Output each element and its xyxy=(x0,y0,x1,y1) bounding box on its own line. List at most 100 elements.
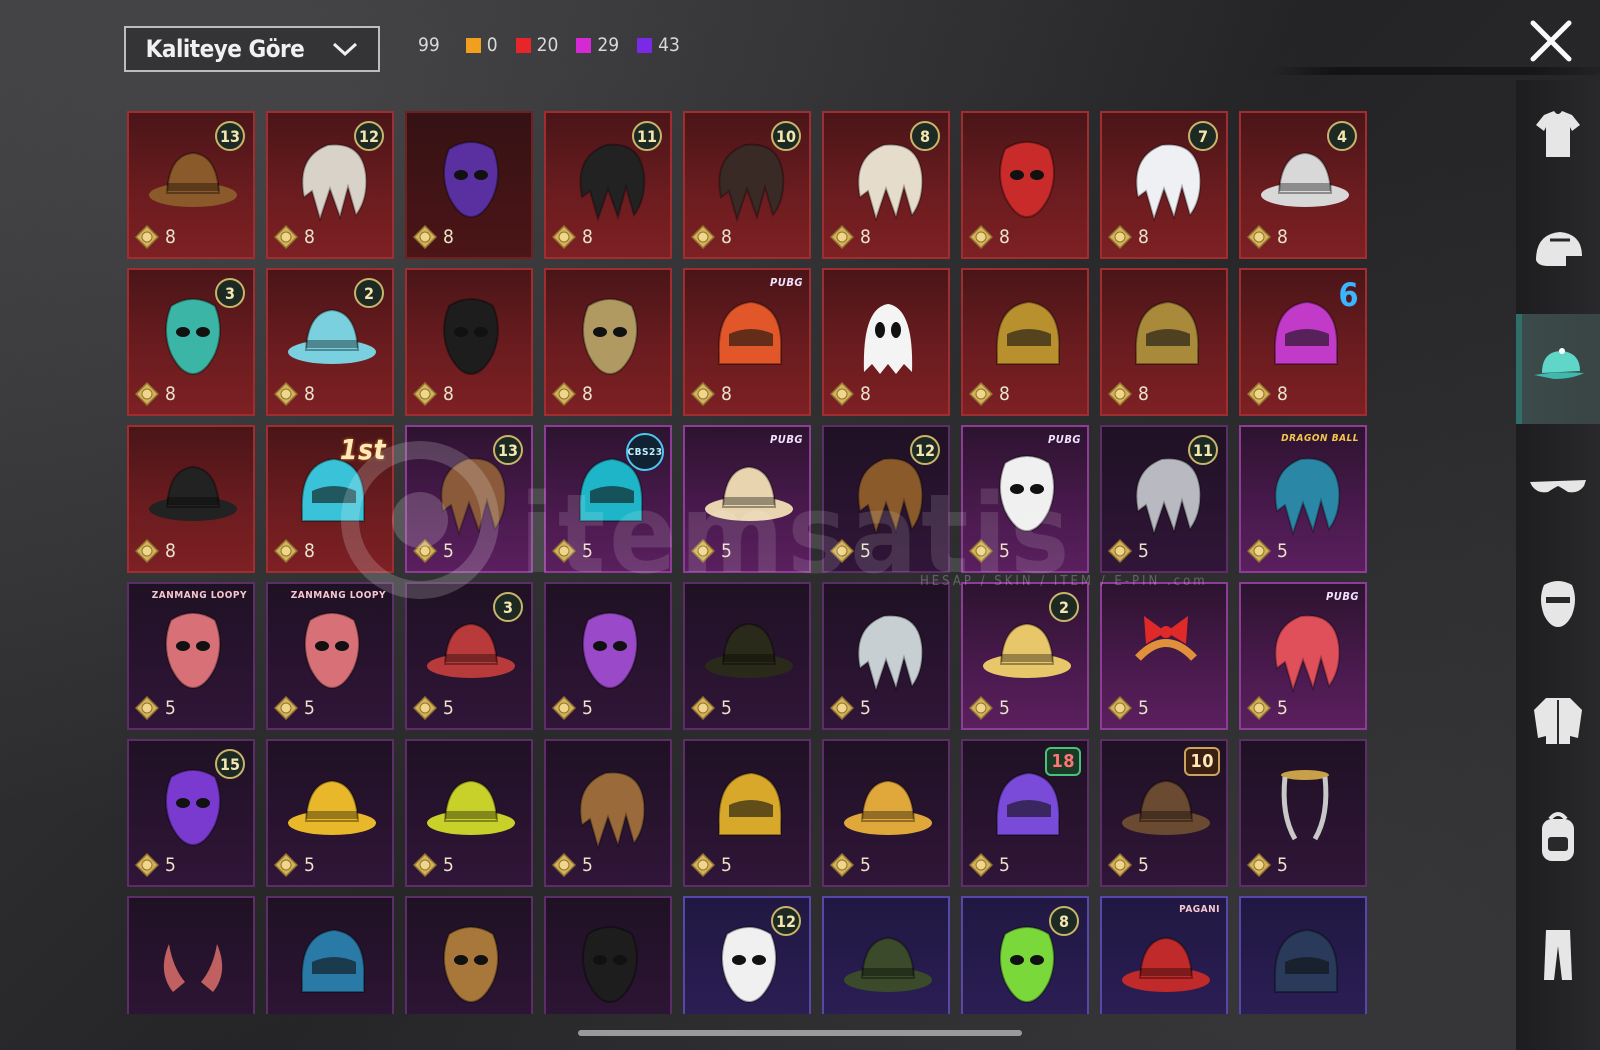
item-card[interactable]: 5 xyxy=(544,582,672,730)
item-card[interactable]: 8 xyxy=(127,425,255,573)
item-price: 8 xyxy=(135,225,176,249)
item-card[interactable]: 28 xyxy=(266,268,394,416)
category-tab-pants[interactable] xyxy=(1516,899,1600,1009)
item-card[interactable]: PAGANI xyxy=(1100,896,1228,1014)
item-card[interactable]: 10 8 xyxy=(683,111,811,259)
category-tab-eyewear[interactable] xyxy=(1516,431,1600,541)
coin-icon xyxy=(1247,382,1271,406)
item-price-value: 8 xyxy=(1277,383,1288,405)
coin-icon xyxy=(969,853,993,877)
item-price-value: 5 xyxy=(860,854,871,876)
coin-icon xyxy=(691,853,715,877)
item-price-value: 5 xyxy=(582,697,593,719)
item-price-value: 5 xyxy=(443,854,454,876)
category-tab-helmet[interactable] xyxy=(1516,197,1600,307)
item-price-value: 8 xyxy=(304,383,315,405)
item-card[interactable]: 12 8 xyxy=(266,111,394,259)
item-card[interactable]: 48 xyxy=(1239,111,1367,259)
item-price-value: 8 xyxy=(165,226,176,248)
item-card[interactable]: 8 xyxy=(544,268,672,416)
decorative-stripe xyxy=(1268,67,1600,75)
item-card[interactable]: ZANMANG LOOPY 5 xyxy=(127,582,255,730)
item-image xyxy=(1281,770,1329,841)
item-card[interactable]: 68 xyxy=(1239,268,1367,416)
item-price-value: 5 xyxy=(304,697,315,719)
item-card[interactable]: 13 5 xyxy=(405,425,533,573)
item-card[interactable] xyxy=(822,896,950,1014)
coin-icon xyxy=(1108,225,1132,249)
level-badge: 2 xyxy=(354,278,384,308)
item-price: 5 xyxy=(969,696,1010,720)
item-card[interactable]: ZANMANG LOOPY 5 xyxy=(266,582,394,730)
item-card[interactable] xyxy=(266,896,394,1014)
item-card[interactable]: 10 5 xyxy=(1100,739,1228,887)
item-card[interactable]: 5 xyxy=(683,739,811,887)
item-card[interactable] xyxy=(127,896,255,1014)
watermark-subtitle: HESAP / SKIN / ITEM / E-PIN .com xyxy=(920,574,1208,589)
item-price: 5 xyxy=(413,853,454,877)
item-card[interactable]: 15 5 xyxy=(127,739,255,887)
category-tab-mask[interactable] xyxy=(1516,548,1600,658)
item-card[interactable]: 11 8 xyxy=(544,111,672,259)
item-price: 5 xyxy=(1247,696,1288,720)
coin-icon xyxy=(691,382,715,406)
item-tag-badge: ZANMANG LOOPY xyxy=(290,590,386,601)
item-card[interactable]: 5 xyxy=(822,739,950,887)
item-card[interactable]: 5 xyxy=(1239,739,1367,887)
item-card[interactable]: 35 xyxy=(405,582,533,730)
item-card[interactable]: 13 8 xyxy=(127,111,255,259)
item-card[interactable] xyxy=(1239,896,1367,1014)
pants-icon xyxy=(1544,930,1572,980)
item-card[interactable]: 8 xyxy=(405,111,533,259)
item-card[interactable]: 8 xyxy=(961,111,1089,259)
item-card[interactable]: DRAGON BALL 5 xyxy=(1239,425,1367,573)
rarity-count-value: 43 xyxy=(658,34,680,56)
item-card[interactable]: PUBG 5 xyxy=(1239,582,1367,730)
level-badge: 4 xyxy=(1327,121,1357,151)
sort-dropdown[interactable]: Kaliteye Göre xyxy=(124,26,380,72)
item-card[interactable]: 5 xyxy=(683,582,811,730)
item-card[interactable]: 5 xyxy=(266,739,394,887)
item-price: 8 xyxy=(830,225,871,249)
item-price-value: 5 xyxy=(1138,540,1149,562)
item-price: 8 xyxy=(969,382,1010,406)
item-card[interactable]: 8 xyxy=(961,896,1089,1014)
rarity-swatch xyxy=(465,37,481,53)
item-price-value: 8 xyxy=(443,226,454,248)
item-price-value: 8 xyxy=(1277,226,1288,248)
close-icon[interactable] xyxy=(1527,17,1575,65)
item-card[interactable]: 25 xyxy=(961,582,1089,730)
item-card[interactable]: 78 xyxy=(1100,111,1228,259)
category-tab-backpack[interactable] xyxy=(1516,782,1600,892)
coin-icon xyxy=(135,696,159,720)
item-card[interactable]: 18 5 xyxy=(961,739,1089,887)
item-card[interactable]: PUBG 8 xyxy=(683,268,811,416)
item-image xyxy=(1274,614,1341,694)
item-card[interactable]: 8 xyxy=(822,268,950,416)
rarity-count-value: 0 xyxy=(486,34,498,56)
item-price-value: 5 xyxy=(1277,854,1288,876)
item-card[interactable]: 1st 8 xyxy=(266,425,394,573)
category-tab-outfit[interactable] xyxy=(1516,80,1600,190)
item-card[interactable] xyxy=(544,896,672,1014)
item-card[interactable]: 5 xyxy=(405,739,533,887)
item-image xyxy=(443,298,499,376)
category-tab-jacket[interactable] xyxy=(1516,665,1600,775)
category-tab-hat[interactable] xyxy=(1516,314,1600,424)
item-card[interactable]: 5 xyxy=(1100,582,1228,730)
item-card[interactable] xyxy=(405,896,533,1014)
item-card[interactable]: 8 xyxy=(405,268,533,416)
item-card[interactable]: 12 xyxy=(683,896,811,1014)
item-card[interactable]: 38 xyxy=(127,268,255,416)
coin-icon xyxy=(413,382,437,406)
coin-icon xyxy=(830,225,854,249)
horizontal-scrollbar[interactable] xyxy=(578,1030,1022,1036)
coin-icon xyxy=(1108,853,1132,877)
backpack-icon xyxy=(1542,812,1574,861)
item-card[interactable]: 8 xyxy=(1100,268,1228,416)
item-card[interactable]: 8 xyxy=(961,268,1089,416)
item-card[interactable]: 5 xyxy=(544,739,672,887)
item-card[interactable]: 88 xyxy=(822,111,950,259)
item-card[interactable]: 11 5 xyxy=(1100,425,1228,573)
item-card[interactable]: 5 xyxy=(822,582,950,730)
